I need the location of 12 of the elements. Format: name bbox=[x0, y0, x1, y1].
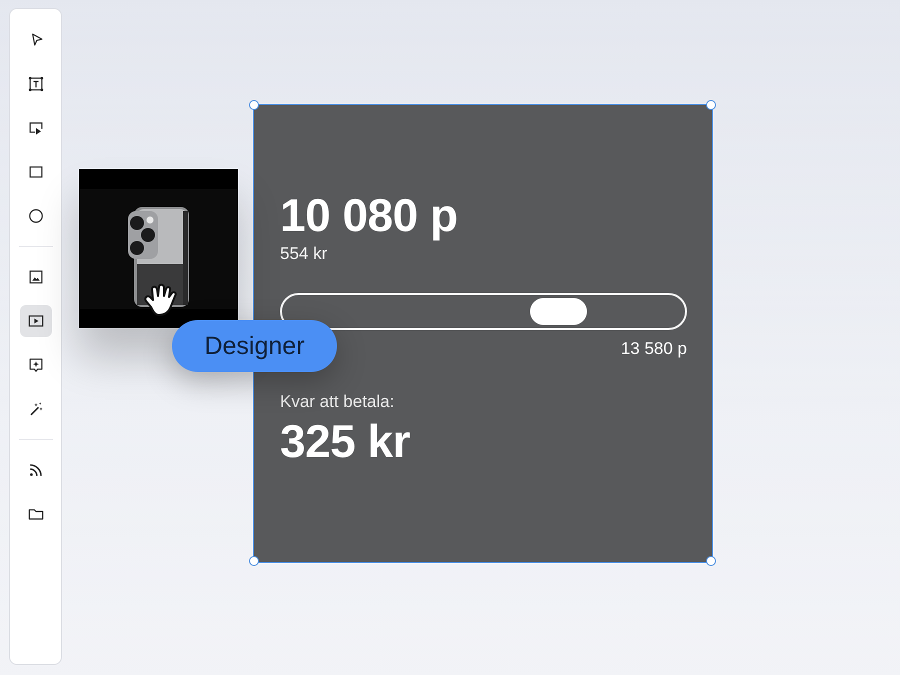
designer-badge: Designer bbox=[172, 320, 337, 372]
resize-handle[interactable] bbox=[249, 556, 259, 566]
remaining-amount: 325 kr bbox=[280, 414, 410, 469]
slider-thumb[interactable] bbox=[530, 298, 587, 325]
resize-handle[interactable] bbox=[706, 100, 716, 110]
resize-handle[interactable] bbox=[706, 556, 716, 566]
amount-kronor: 554 kr bbox=[280, 243, 328, 265]
resize-handle[interactable] bbox=[249, 100, 259, 110]
slider-max-label: 13 580 p bbox=[620, 338, 687, 360]
points-amount: 10 080 p bbox=[280, 188, 458, 243]
video-tool[interactable] bbox=[20, 305, 52, 337]
remaining-label: Kvar att betala: bbox=[280, 391, 394, 413]
